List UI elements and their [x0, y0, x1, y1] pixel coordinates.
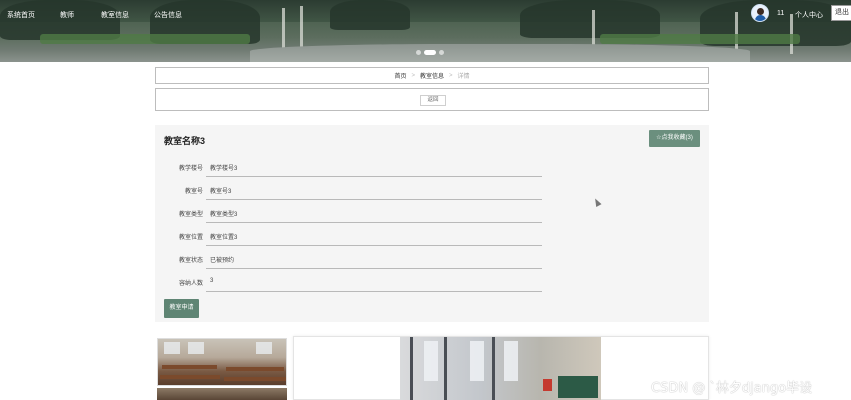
breadcrumb-separator: >	[449, 72, 453, 79]
carousel-dot[interactable]	[439, 50, 444, 55]
nav-teacher[interactable]: 教师	[60, 10, 74, 20]
breadcrumb-current: 详情	[457, 74, 470, 80]
avatar-body	[755, 15, 766, 21]
user-avatar[interactable]	[751, 4, 769, 22]
personal-center-link[interactable]: 个人中心	[795, 10, 823, 20]
field-underline	[206, 268, 542, 269]
banner-tree	[330, 0, 410, 30]
banner-tree	[520, 0, 660, 38]
window-panel	[504, 341, 518, 381]
thumb-desk	[160, 375, 220, 379]
logout-button[interactable]: 退出	[831, 5, 851, 21]
field-underline	[206, 222, 542, 223]
field-row: 教学楼号 教学楼号3	[155, 157, 545, 177]
avatar-head	[757, 8, 764, 15]
breadcrumb-classroom-info[interactable]: 教室信息	[420, 71, 444, 80]
thumb-desk	[224, 377, 286, 381]
breadcrumb-home[interactable]: 首页	[394, 71, 406, 80]
field-label: 教室号	[184, 189, 203, 195]
banner-trunk	[592, 10, 595, 46]
nav-classroom-info[interactable]: 教室信息	[101, 10, 129, 20]
field-underline	[206, 291, 542, 292]
window-frame-bar	[444, 337, 447, 400]
window-panel	[470, 341, 484, 381]
classroom-apply-button[interactable]: 教室申请	[164, 299, 199, 318]
nav-announcements[interactable]: 公告信息	[154, 10, 182, 20]
banner-trunk	[300, 6, 303, 48]
favorite-button[interactable]: ☆点我收藏(3)	[649, 130, 700, 147]
field-underline	[206, 176, 542, 177]
banner-trunk	[282, 8, 285, 52]
nav-home[interactable]: 系统首页	[7, 10, 35, 20]
thumb-desk	[162, 365, 217, 369]
field-value: 教室位置3	[210, 235, 238, 241]
classroom-title: 教室名称3	[164, 136, 206, 146]
breadcrumb-separator: >	[411, 72, 415, 79]
field-value: 教室号3	[210, 189, 232, 195]
field-label: 教室类型	[178, 212, 203, 218]
field-value: 3	[210, 278, 214, 284]
watermark-text: CSDN @ `林夕django毕设	[651, 381, 813, 396]
field-value: 教学楼号3	[210, 166, 238, 172]
window-frame-bar	[492, 337, 495, 400]
field-row: 容纳人数 3	[155, 272, 545, 292]
field-value: 教室类型3	[210, 212, 238, 218]
field-row: 教室状态 已被预约	[155, 249, 545, 269]
thumb-window	[256, 342, 272, 354]
field-label: 教室状态	[178, 258, 203, 264]
classroom-thumbnail-2[interactable]	[157, 388, 287, 400]
field-row: 教室类型 教室类型3	[155, 203, 545, 223]
carousel-dot-active[interactable]	[424, 50, 436, 55]
field-label: 容纳人数	[178, 281, 203, 287]
classroom-thumbnail[interactable]	[157, 338, 287, 386]
field-row: 教室位置 教室位置3	[155, 226, 545, 246]
banner-road	[250, 44, 750, 62]
field-underline	[206, 199, 542, 200]
classroom-detail-panel: 教室名称3 ☆点我收藏(3) 教学楼号 教学楼号3 教室号 教室号3 教室类型 …	[155, 125, 709, 322]
breadcrumb: 首页 > 教室信息 > 详情	[155, 67, 709, 84]
banner-lawn	[40, 34, 250, 44]
field-label: 教室位置	[178, 235, 203, 241]
field-row: 教室号 教室号3	[155, 180, 545, 200]
carousel-dot[interactable]	[416, 50, 421, 55]
thumb-window	[164, 342, 180, 354]
thumb-window	[188, 342, 204, 354]
thumb-desk	[226, 367, 284, 371]
window-panel	[424, 341, 438, 381]
window-frame-bar	[410, 337, 413, 400]
banner-lawn	[600, 34, 800, 44]
back-bar: 返回	[155, 88, 709, 111]
field-underline	[206, 245, 542, 246]
blackboard	[558, 376, 598, 398]
carousel-indicators[interactable]	[416, 50, 444, 55]
back-button[interactable]: 返回	[420, 95, 446, 106]
field-label: 教学楼号	[178, 166, 203, 172]
classroom-main-image	[400, 337, 601, 400]
red-cabinet	[543, 379, 552, 391]
field-value: 已被预约	[210, 258, 235, 264]
user-name: 11	[777, 10, 785, 17]
